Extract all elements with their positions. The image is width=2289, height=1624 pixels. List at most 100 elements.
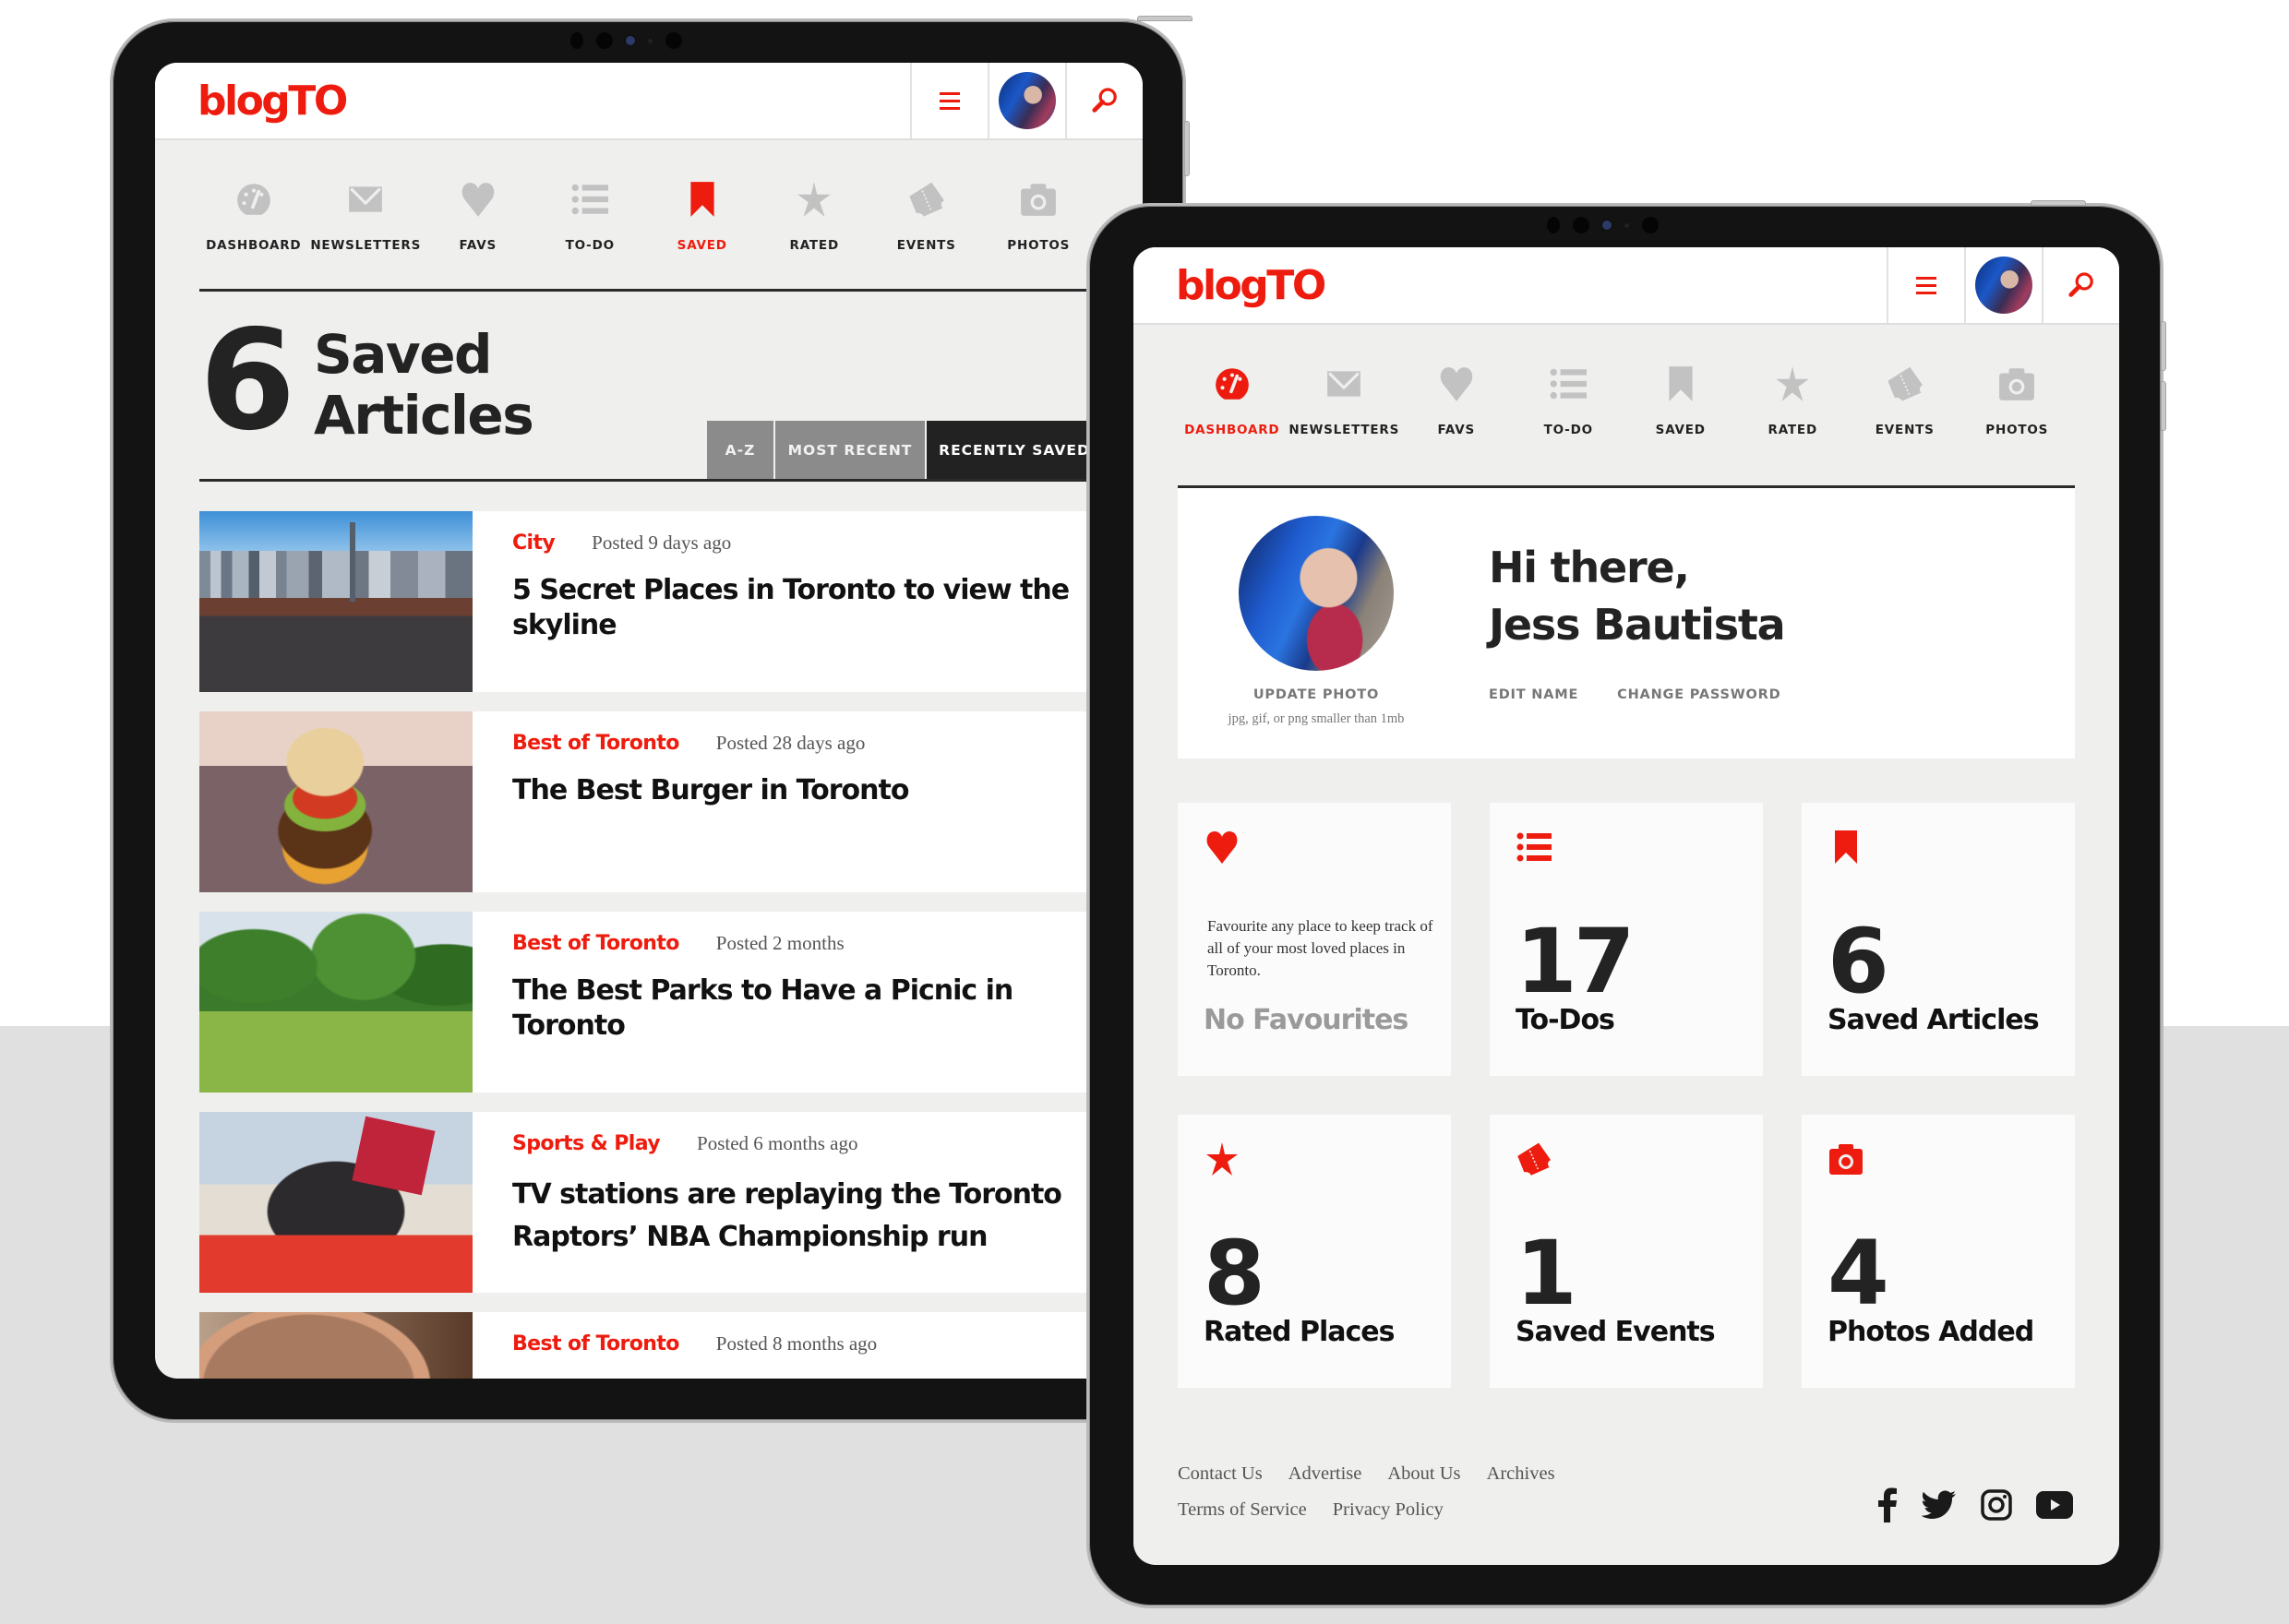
saved-count: 6 bbox=[199, 301, 295, 461]
hot-chocolate-photo bbox=[199, 1312, 473, 1379]
blogto-logo[interactable]: blogTO bbox=[155, 63, 348, 138]
article-date: Posted 2 months bbox=[715, 932, 845, 954]
nav-item-events[interactable]: EVENTS bbox=[1849, 362, 1961, 437]
ticket-icon bbox=[1516, 1140, 1552, 1177]
article-category[interactable]: Best of Toronto bbox=[512, 732, 679, 755]
dashboard-screen: blogTO DASHBOARD NEWSLETTERS FAVS TO-DO SAVE… bbox=[1133, 247, 2119, 1565]
nav-item-rated[interactable]: RATED bbox=[1737, 362, 1850, 437]
update-photo-link[interactable]: UPDATE PHOTO bbox=[1178, 687, 1455, 702]
youtube-icon[interactable] bbox=[2036, 1491, 2073, 1519]
footer-link-archives[interactable]: Archives bbox=[1487, 1463, 1555, 1485]
bookmark-icon bbox=[1661, 362, 1700, 406]
change-password-link[interactable]: CHANGE PASSWORD bbox=[1617, 687, 1780, 702]
stat-card-todos[interactable]: 17 To-Dos bbox=[1490, 803, 1763, 1076]
footer-link-about-us[interactable]: About Us bbox=[1387, 1463, 1460, 1485]
article-card[interactable]: Best of Toronto Posted 8 months ago bbox=[199, 1312, 1143, 1379]
tablet-side-button bbox=[1184, 121, 1190, 176]
article-card[interactable]: City Posted 9 days ago 5 Secret Places in… bbox=[199, 511, 1143, 692]
article-title[interactable]: The Best Parks to Have a Picnic in Toron… bbox=[512, 973, 1085, 1044]
ticket-icon bbox=[907, 177, 946, 221]
footer-link-advertise[interactable]: Advertise bbox=[1288, 1463, 1362, 1485]
tablet-volume-down-button bbox=[2161, 381, 2166, 431]
nav-item-newsletters[interactable]: NEWSLETTERS bbox=[310, 177, 423, 253]
nav-item-newsletters[interactable]: NEWSLETTERS bbox=[1288, 362, 1401, 437]
nav-item-dashboard[interactable]: DASHBOARD bbox=[1176, 362, 1288, 437]
tablet-top-button bbox=[2031, 200, 2086, 206]
article-category[interactable]: City bbox=[512, 531, 556, 555]
profile-button[interactable] bbox=[1964, 247, 2042, 323]
search-button[interactable] bbox=[1065, 63, 1143, 138]
stat-card-rated-places[interactable]: 8 Rated Places bbox=[1178, 1115, 1451, 1388]
article-title[interactable]: TV stations are replaying the Toronto Ra… bbox=[512, 1174, 1085, 1259]
nav-item-label: RATED bbox=[1768, 423, 1817, 437]
tablet-volume-up-button bbox=[2161, 321, 2166, 371]
article-card[interactable]: Best of Toronto Posted 28 days ago The Be… bbox=[199, 711, 1143, 892]
nav-item-saved[interactable]: SAVED bbox=[1624, 362, 1737, 437]
article-card[interactable]: Sports & Play Posted 6 months ago TV stat… bbox=[199, 1112, 1143, 1293]
site-footer: Contact Us Advertise About Us Archives T… bbox=[1178, 1463, 2075, 1522]
star-icon bbox=[795, 177, 833, 221]
nav-item-favs[interactable]: FAVS bbox=[422, 177, 534, 253]
footer-link-privacy[interactable]: Privacy Policy bbox=[1333, 1499, 1444, 1521]
instagram-icon[interactable] bbox=[1981, 1489, 2012, 1521]
stat-value: 4 bbox=[1828, 1222, 1889, 1325]
account-nav: DASHBOARD NEWSLETTERS FAVS TO-DO SAVED RATED E… bbox=[1176, 362, 2073, 437]
page-title: Saved Articles bbox=[314, 323, 534, 447]
stat-card-saved-articles[interactable]: 6 Saved Articles bbox=[1802, 803, 2075, 1076]
sort-tab-most-recent[interactable]: MOST RECENT bbox=[775, 421, 927, 479]
stat-card-photos-added[interactable]: 4 Photos Added bbox=[1802, 1115, 2075, 1388]
dashboard-gauge-icon bbox=[234, 177, 273, 221]
divider bbox=[199, 289, 1143, 292]
article-category[interactable]: Best of Toronto bbox=[512, 1332, 679, 1355]
article-title[interactable]: The Best Burger in Toronto bbox=[512, 773, 909, 808]
list-icon bbox=[1549, 362, 1588, 406]
bookmark-icon bbox=[1828, 829, 1864, 866]
footer-link-terms[interactable]: Terms of Service bbox=[1178, 1499, 1307, 1521]
article-card[interactable]: Best of Toronto Posted 2 months The Best … bbox=[199, 912, 1143, 1093]
nav-item-label: DASHBOARD bbox=[1184, 423, 1280, 437]
footer-link-contact-us[interactable]: Contact Us bbox=[1178, 1463, 1263, 1485]
park-picnic-photo bbox=[199, 912, 473, 1093]
nav-item-to-do[interactable]: TO-DO bbox=[1513, 362, 1625, 437]
nav-item-rated[interactable]: RATED bbox=[759, 177, 871, 253]
sort-tab-a-z[interactable]: A-Z bbox=[707, 421, 775, 479]
page-title-line2: Articles bbox=[314, 384, 534, 447]
search-button[interactable] bbox=[2042, 247, 2119, 323]
edit-name-link[interactable]: EDIT NAME bbox=[1489, 687, 1578, 702]
facebook-icon[interactable] bbox=[1877, 1487, 1898, 1522]
nav-item-label: EVENTS bbox=[896, 238, 956, 253]
nav-item-label: RATED bbox=[789, 238, 839, 253]
search-icon bbox=[1090, 86, 1120, 115]
page-title-line1: Saved bbox=[314, 323, 493, 386]
nav-item-photos[interactable]: PHOTOS bbox=[1961, 362, 2074, 437]
nav-item-label: EVENTS bbox=[1875, 423, 1935, 437]
greeting-line1: Hi there, bbox=[1489, 543, 1690, 592]
star-icon bbox=[1773, 362, 1812, 406]
stat-card-saved-events[interactable]: 1 Saved Events bbox=[1490, 1115, 1763, 1388]
greeting: Hi there, Jess Bautista bbox=[1489, 539, 1786, 653]
nav-item-photos[interactable]: PHOTOS bbox=[983, 177, 1096, 253]
nav-item-events[interactable]: EVENTS bbox=[870, 177, 983, 253]
stat-label: Photos Added bbox=[1828, 1316, 2034, 1348]
article-date: Posted 8 months ago bbox=[715, 1332, 878, 1355]
nav-item-label: SAVED bbox=[677, 238, 727, 253]
account-links: EDIT NAME CHANGE PASSWORD bbox=[1489, 687, 1780, 702]
blogto-logo[interactable]: blogTO bbox=[1133, 247, 1326, 323]
nav-item-favs[interactable]: FAVS bbox=[1400, 362, 1513, 437]
search-icon bbox=[2067, 270, 2096, 300]
stat-card-favourites[interactable]: Favourite any place to keep track of all… bbox=[1178, 803, 1451, 1076]
article-category[interactable]: Best of Toronto bbox=[512, 932, 679, 955]
profile-button[interactable] bbox=[988, 63, 1065, 138]
twitter-icon[interactable] bbox=[1922, 1490, 1957, 1520]
list-icon bbox=[1516, 829, 1552, 866]
menu-button[interactable] bbox=[910, 63, 988, 138]
sort-tabs: A-Z MOST RECENT RECENTLY SAVED bbox=[707, 421, 1102, 479]
nav-item-dashboard[interactable]: DASHBOARD bbox=[198, 177, 310, 253]
nav-item-to-do[interactable]: TO-DO bbox=[534, 177, 647, 253]
article-title[interactable]: 5 Secret Places in Toronto to view the s… bbox=[512, 573, 1085, 643]
sort-tab-recently-saved[interactable]: RECENTLY SAVED bbox=[927, 421, 1102, 479]
article-category[interactable]: Sports & Play bbox=[512, 1132, 661, 1155]
article-date: Posted 28 days ago bbox=[715, 732, 866, 754]
menu-button[interactable] bbox=[1887, 247, 1964, 323]
nav-item-saved[interactable]: SAVED bbox=[646, 177, 759, 253]
